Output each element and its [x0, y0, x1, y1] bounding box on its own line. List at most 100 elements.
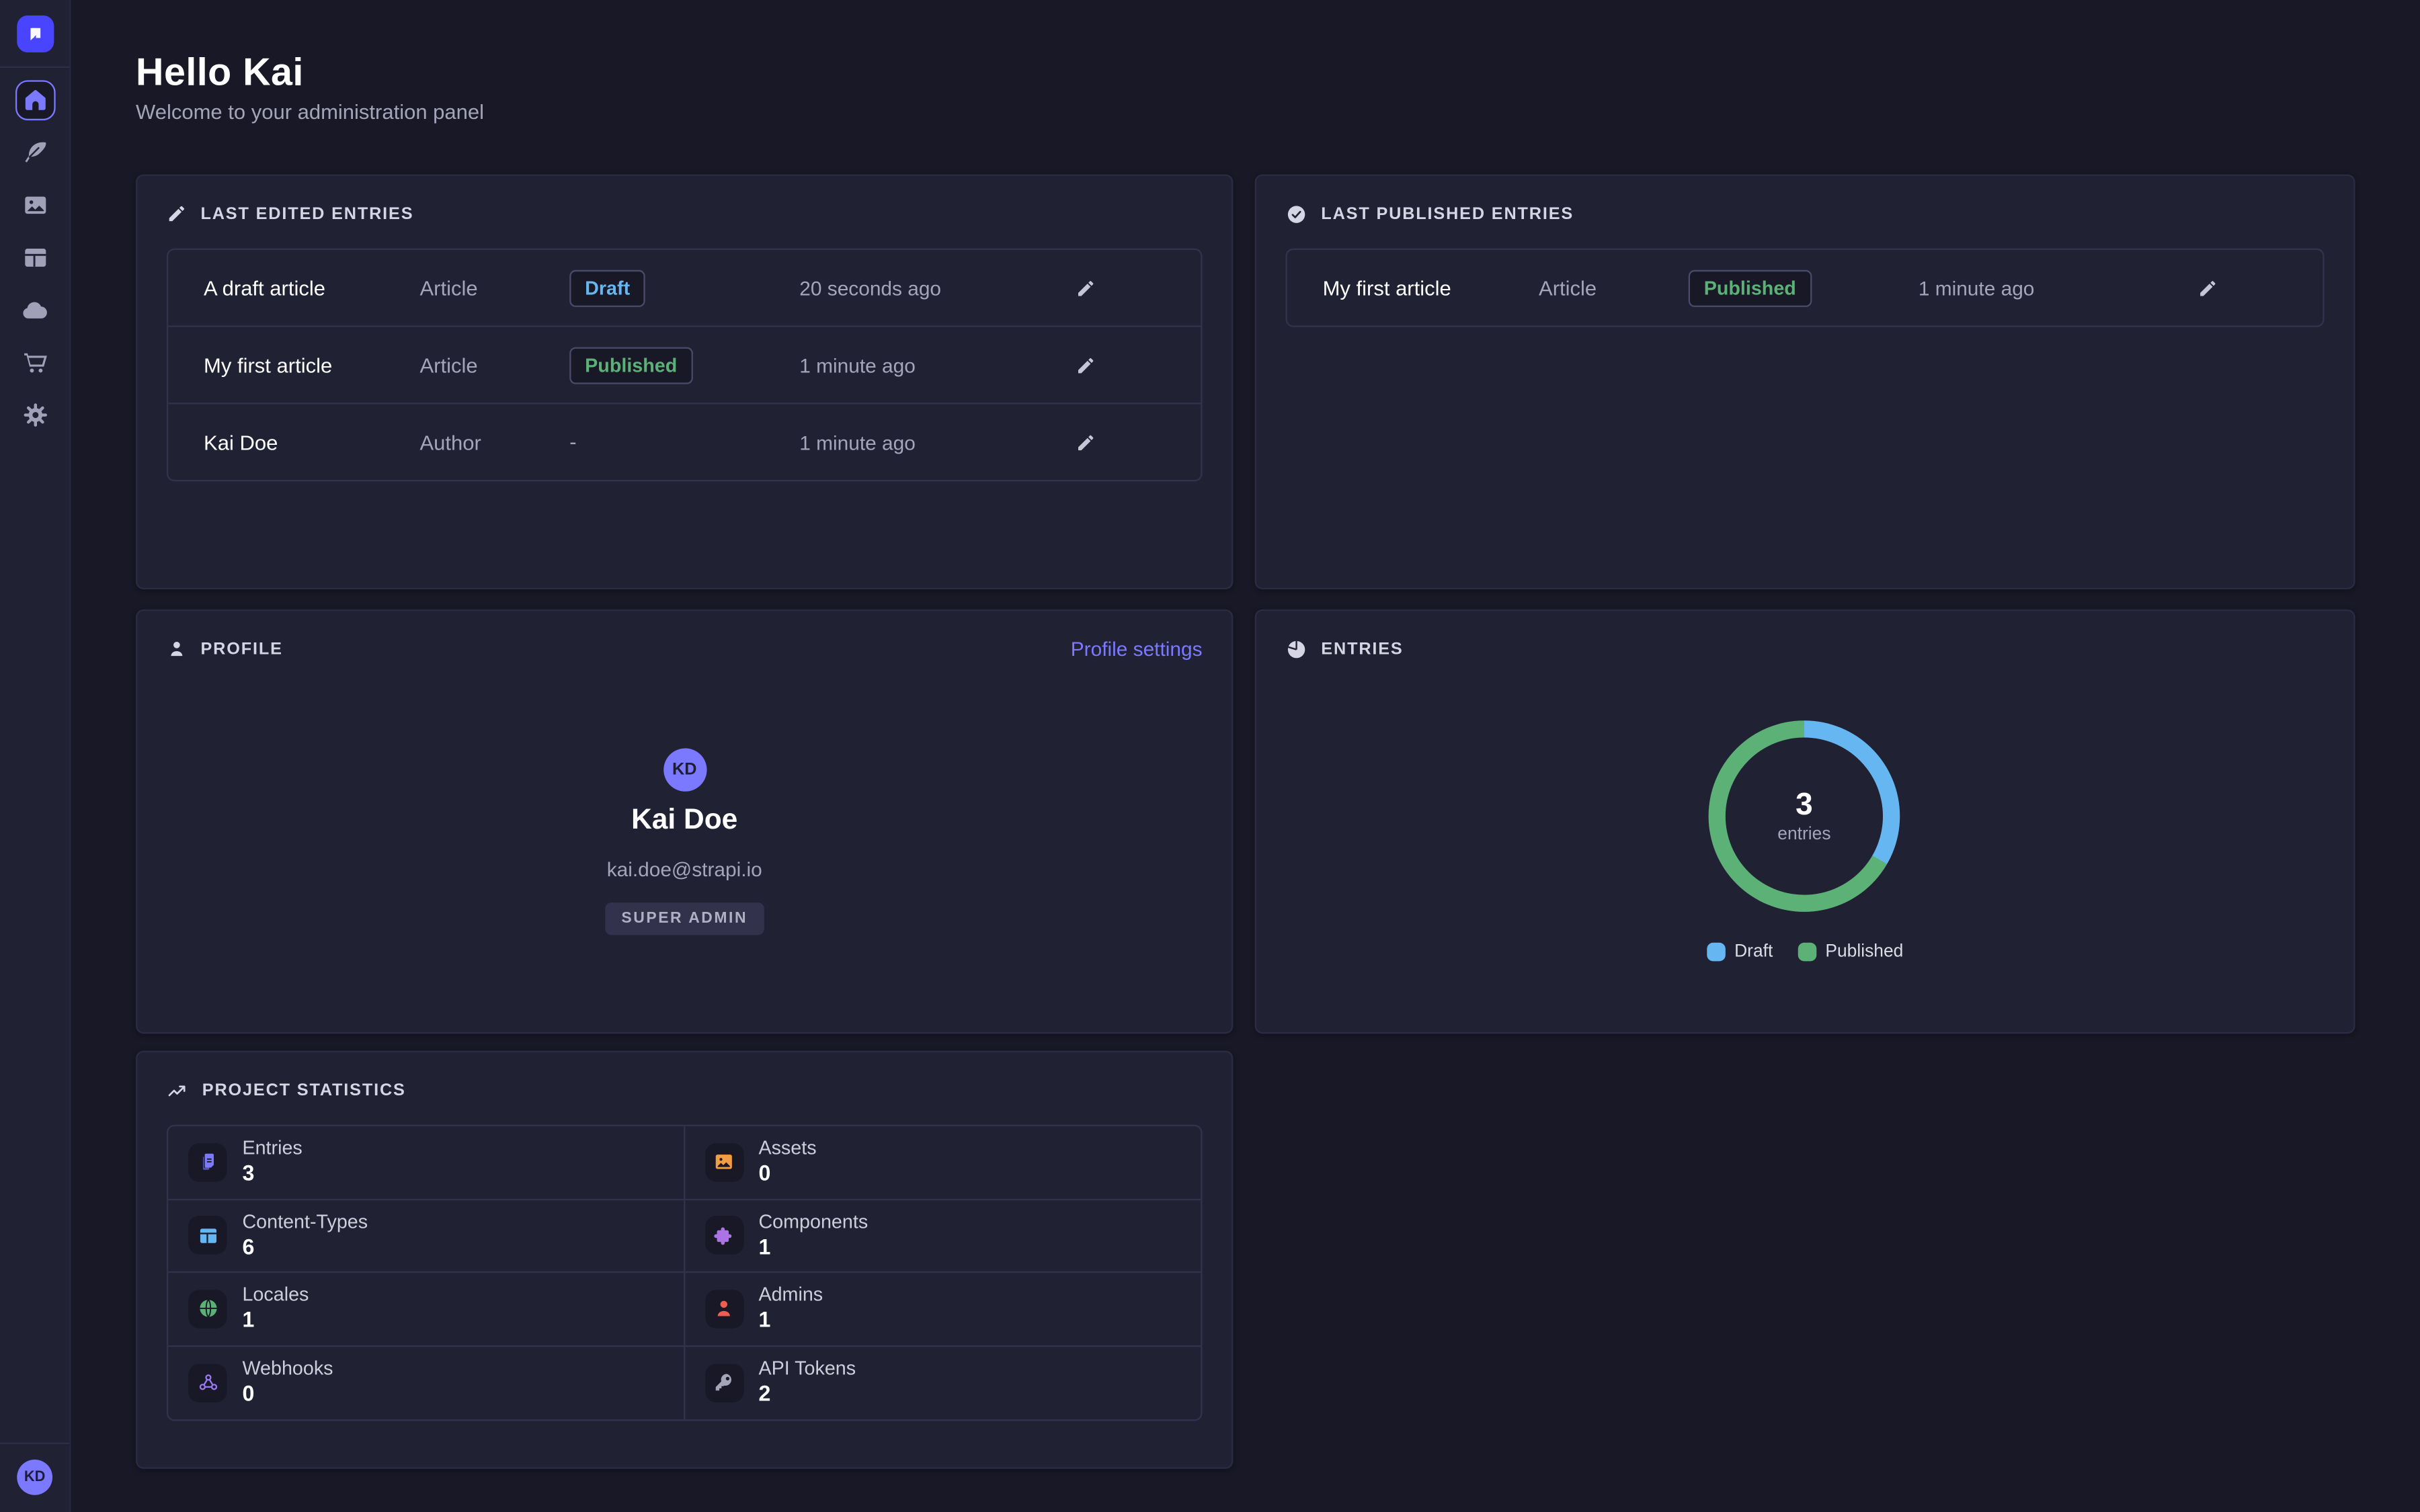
profile-avatar: KD	[663, 749, 706, 792]
entry-type: Article	[1539, 276, 1597, 299]
entry-status: Published	[569, 346, 692, 383]
profile-card: PROFILE Profile settings KD Kai Doe kai.…	[136, 610, 1233, 1034]
layout-icon	[21, 244, 48, 271]
entry-name: My first article	[1323, 276, 1451, 299]
user-icon	[167, 639, 187, 659]
stat-label: Admins	[758, 1284, 823, 1307]
stat-text: API Tokens 2	[758, 1358, 856, 1407]
sidebar-item-content-manager[interactable]	[15, 132, 55, 173]
card-title: PROFILE	[200, 640, 282, 659]
entry-name: My first article	[204, 353, 332, 376]
entries-total: 3	[1796, 788, 1813, 823]
edit-entry-button[interactable]	[2195, 275, 2221, 301]
pencil-icon	[1076, 432, 1096, 452]
stat-tile	[188, 1363, 227, 1402]
card-header: LAST PUBLISHED ENTRIES	[1285, 204, 1574, 225]
edit-entry-button[interactable]	[1073, 275, 1099, 301]
legend-label: Draft	[1734, 943, 1773, 962]
stat-webhooks: Webhooks 0	[168, 1346, 684, 1419]
stat-value: 1	[242, 1307, 309, 1333]
check-circle-icon	[1285, 204, 1307, 225]
sidebar-nav	[15, 80, 55, 435]
legend-label: Published	[1825, 943, 1903, 962]
legend-item-published: Published	[1798, 943, 1903, 962]
stat-value: 3	[242, 1161, 302, 1187]
stat-components: Components 1	[684, 1200, 1201, 1273]
entry-status: -	[569, 428, 576, 456]
webhook-icon	[197, 1372, 218, 1394]
pictures-icon	[713, 1151, 735, 1173]
user-avatar[interactable]: KD	[17, 1460, 52, 1495]
stat-value: 0	[242, 1381, 333, 1407]
stat-label: Entries	[242, 1138, 302, 1161]
card-title: LAST PUBLISHED ENTRIES	[1321, 205, 1574, 224]
entry-row: My first article Article Published 1 min…	[1287, 250, 2323, 325]
strapi-logo[interactable]	[16, 15, 53, 52]
strapi-logo-icon	[24, 23, 46, 44]
stat-admins: Admins 1	[684, 1273, 1201, 1346]
stat-locales: Locales 1	[168, 1273, 684, 1346]
entry-row: Kai Doe Author - 1 minute ago	[168, 405, 1201, 480]
page-subtitle: Welcome to your administration panel	[136, 100, 484, 123]
stat-label: Webhooks	[242, 1358, 333, 1381]
stat-value: 6	[242, 1234, 368, 1260]
sidebar-item-marketplace[interactable]	[15, 343, 55, 383]
entry-time: 1 minute ago	[799, 353, 916, 376]
stat-text: Webhooks 0	[242, 1358, 333, 1407]
stat-tile	[704, 1363, 743, 1402]
stat-text: Admins 1	[758, 1284, 823, 1333]
last-published-table: My first article Article Published 1 min…	[1285, 249, 2324, 327]
entry-time: 1 minute ago	[799, 431, 916, 454]
stat-value: 1	[758, 1307, 823, 1333]
pie-chart-icon	[1285, 639, 1307, 661]
profile-settings-link[interactable]: Profile settings	[1071, 637, 1203, 660]
feather-icon	[21, 139, 48, 167]
entries-chart-card: ENTRIES 3 entries Draft Published	[1255, 610, 2355, 1034]
stat-label: Content-Types	[242, 1211, 368, 1234]
last-edited-entries-card: LAST EDITED ENTRIES A draft article Arti…	[136, 174, 1233, 589]
stat-label: Components	[758, 1211, 868, 1234]
sidebar-item-content-type-builder[interactable]	[15, 238, 55, 278]
sidebar-item-media-library[interactable]	[15, 185, 55, 226]
sidebar-item-settings[interactable]	[15, 395, 55, 435]
card-header: ENTRIES	[1285, 639, 1403, 661]
home-icon	[21, 87, 48, 114]
sidebar: KD	[0, 0, 71, 1512]
entry-type: Article	[419, 276, 477, 299]
card-header: PROJECT STATISTICS	[167, 1080, 406, 1101]
strapi-admin-homepage: KD Hello Kai Welcome to your administrat…	[0, 0, 2420, 1512]
entry-name: Kai Doe	[204, 431, 278, 454]
entry-row: A draft article Article Draft 20 seconds…	[168, 250, 1201, 327]
edit-entry-button[interactable]	[1073, 351, 1099, 378]
user-icon	[713, 1298, 735, 1319]
stat-tile	[188, 1216, 227, 1255]
sidebar-item-cloud[interactable]	[15, 290, 55, 331]
status-empty: -	[569, 429, 576, 452]
sidebar-item-home[interactable]	[15, 80, 55, 120]
entry-type: Author	[419, 431, 481, 454]
entries-total-label: entries	[1777, 825, 1830, 844]
stat-text: Content-Types 6	[242, 1211, 368, 1260]
entry-time: 1 minute ago	[1919, 276, 2035, 299]
stat-tile	[188, 1143, 227, 1181]
key-icon	[713, 1372, 735, 1394]
entry-type: Article	[419, 353, 477, 376]
status-badge: Published	[569, 346, 692, 383]
images-icon	[21, 192, 48, 219]
cloud-icon	[20, 296, 50, 325]
puzzle-icon	[713, 1224, 735, 1246]
stats-grid: Entries 3 Assets 0	[167, 1125, 1203, 1421]
card-title: LAST EDITED ENTRIES	[200, 204, 413, 223]
pencil-icon	[2197, 278, 2218, 298]
sidebar-footer: KD	[0, 1443, 69, 1512]
card-title: ENTRIES	[1321, 640, 1403, 659]
edit-entry-button[interactable]	[1073, 429, 1099, 455]
sidebar-divider	[0, 67, 69, 68]
profile-name: Kai Doe	[137, 802, 1232, 837]
layout-icon	[197, 1224, 218, 1246]
stat-tile	[704, 1290, 743, 1328]
cart-icon	[21, 349, 48, 376]
pencil-icon	[1076, 355, 1096, 375]
role-badge: SUPER ADMIN	[604, 902, 764, 935]
trend-up-icon	[167, 1080, 188, 1101]
